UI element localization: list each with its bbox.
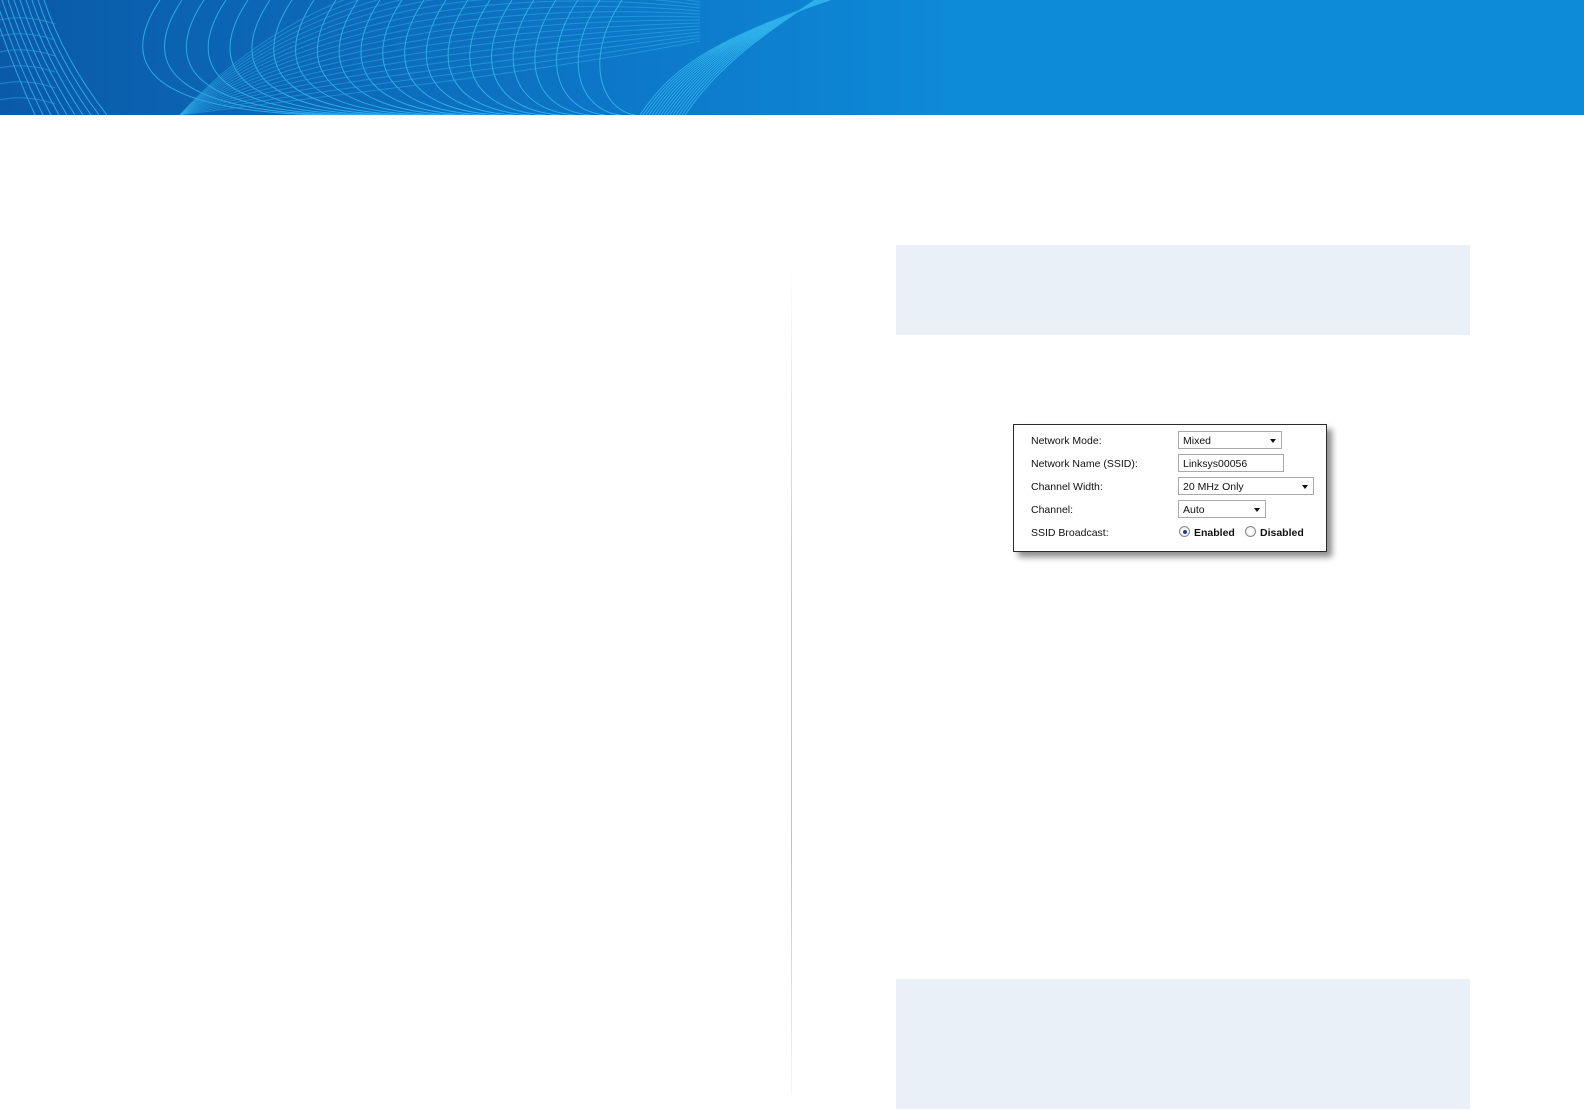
dropdown-arrow-icon xyxy=(1270,439,1276,443)
enabled-radio-label[interactable]: Enabled xyxy=(1194,527,1235,539)
channel-width-label: Channel Width: xyxy=(1031,481,1103,493)
header-banner xyxy=(0,0,1584,115)
network-mode-select[interactable]: Mixed xyxy=(1178,431,1282,449)
channel-width-select[interactable]: 20 MHz Only xyxy=(1178,477,1314,495)
channel-row: Channel: Auto xyxy=(1014,500,1326,520)
network-name-input[interactable]: Linksys00056 xyxy=(1178,454,1284,472)
ssid-broadcast-label: SSID Broadcast: xyxy=(1031,527,1109,539)
disabled-radio-label[interactable]: Disabled xyxy=(1260,527,1304,539)
dropdown-arrow-icon xyxy=(1254,508,1260,512)
note-box xyxy=(896,245,1470,335)
ssid-broadcast-row: SSID Broadcast: Enabled Disabled xyxy=(1014,523,1326,543)
network-mode-label: Network Mode: xyxy=(1031,435,1102,447)
network-name-row: Network Name (SSID): Linksys00056 xyxy=(1014,454,1326,474)
column-divider xyxy=(791,265,792,1095)
network-mode-row: Network Mode: Mixed xyxy=(1014,431,1326,451)
network-name-label: Network Name (SSID): xyxy=(1031,458,1138,470)
channel-width-value: 20 MHz Only xyxy=(1183,481,1244,493)
network-mode-value: Mixed xyxy=(1183,435,1212,447)
dropdown-arrow-icon xyxy=(1302,485,1308,489)
channel-value: Auto xyxy=(1183,504,1205,516)
disabled-radio-button[interactable] xyxy=(1245,526,1256,537)
channel-select[interactable]: Auto xyxy=(1178,500,1266,518)
banner-wave-graphic xyxy=(0,0,831,115)
channel-label: Channel: xyxy=(1031,504,1074,516)
channel-width-row: Channel Width: 20 MHz Only xyxy=(1014,477,1326,497)
network-name-value: Linksys00056 xyxy=(1183,458,1248,470)
wireless-settings-panel: Network Mode: Mixed Network Name (SSID):… xyxy=(1013,424,1327,552)
note-box xyxy=(896,979,1470,1109)
enabled-radio-button[interactable] xyxy=(1179,526,1190,537)
